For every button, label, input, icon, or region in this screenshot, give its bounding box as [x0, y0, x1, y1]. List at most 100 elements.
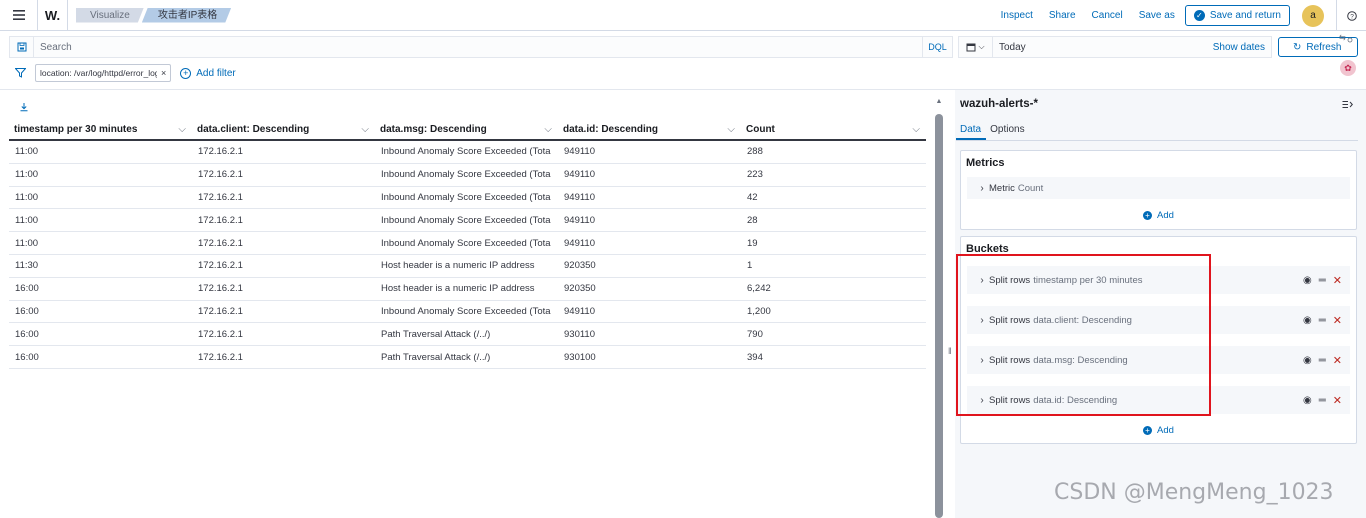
- add-bucket-button[interactable]: + Add: [1143, 425, 1174, 436]
- table-header: timestamp per 30 minutes ⌵ data.client: D…: [9, 119, 926, 141]
- date-picker: ⌵ Today Show dates: [958, 36, 1272, 58]
- share-button[interactable]: Share: [1049, 10, 1076, 21]
- table-row: 16:00 172.16.2.1 Path Traversal Attack (/.…: [9, 346, 926, 369]
- table-cell: 1: [747, 260, 753, 272]
- collapse-sidebar-icon[interactable]: [1342, 100, 1354, 112]
- menu-icon[interactable]: [0, 0, 38, 31]
- table-cell: 172.16.2.1: [198, 328, 243, 340]
- chevron-down-icon[interactable]: ⌵: [361, 124, 369, 135]
- table-cell: 11:00: [15, 214, 39, 226]
- table-cell: Path Traversal Attack (/../): [381, 351, 491, 363]
- cancel-button[interactable]: Cancel: [1092, 10, 1123, 21]
- column-label: timestamp per 30 minutes: [14, 123, 138, 135]
- add-metric-button[interactable]: + Add: [1143, 210, 1174, 221]
- close-icon[interactable]: ✕: [1333, 314, 1342, 327]
- scrollbar[interactable]: [935, 114, 943, 518]
- eye-icon[interactable]: ◉: [1303, 355, 1312, 366]
- app-logo[interactable]: W.: [38, 0, 68, 31]
- metric-label: Metric: [989, 182, 1015, 194]
- chevron-right-icon[interactable]: ›: [975, 183, 989, 194]
- close-icon[interactable]: ✕: [1333, 274, 1342, 287]
- save-and-return-label: Save and return: [1209, 10, 1281, 21]
- table-cell: 16:00: [15, 283, 39, 295]
- table-row: 16:00 172.16.2.1 Inbound Anomaly Score Exc…: [9, 301, 926, 324]
- eye-icon[interactable]: ◉: [1303, 395, 1312, 406]
- resize-handle[interactable]: ‖: [948, 346, 954, 358]
- data-table: timestamp per 30 minutes ⌵ data.client: D…: [9, 119, 926, 369]
- check-icon: ✓: [1193, 10, 1205, 21]
- save-and-return-button[interactable]: ✓ Save and return: [1184, 5, 1290, 26]
- table-cell: 949110: [564, 214, 595, 226]
- column-header[interactable]: data.msg: Descending ⌵: [375, 119, 558, 139]
- metric-sub: Count: [1017, 182, 1044, 194]
- table-row: 11:00 172.16.2.1 Inbound Anomaly Score Exc…: [9, 209, 926, 233]
- table-cell: 223: [747, 169, 763, 181]
- dql-toggle[interactable]: DQL: [922, 37, 952, 57]
- add-filter-button[interactable]: + Add filter: [180, 67, 236, 79]
- table-cell: 172.16.2.1: [198, 260, 243, 272]
- chevron-down-icon[interactable]: ⌵: [178, 124, 186, 135]
- table-cell: Inbound Anomaly Score Exceeded (Tota: [381, 237, 551, 249]
- column-header[interactable]: data.id: Descending ⌵: [558, 119, 741, 139]
- table-cell: 172.16.2.1: [198, 169, 243, 181]
- eye-icon[interactable]: ◉: [1303, 275, 1312, 286]
- close-icon[interactable]: ✕: [1333, 394, 1342, 407]
- scroll-up-icon[interactable]: ▲: [935, 98, 943, 106]
- save-as-button[interactable]: Save as: [1139, 10, 1175, 21]
- chevron-down-icon[interactable]: ⌵: [727, 124, 735, 135]
- drag-handle-icon[interactable]: ═: [1319, 355, 1326, 366]
- drag-handle-icon[interactable]: ═: [1319, 395, 1326, 406]
- download-icon[interactable]: [19, 102, 29, 112]
- bucket-actions: ◉ ═ ✕: [1303, 394, 1342, 407]
- table-row: 16:00 172.16.2.1 Host header is a numeric …: [9, 278, 926, 301]
- show-dates-button[interactable]: Show dates: [1213, 42, 1265, 53]
- table-cell: 949110: [564, 169, 595, 181]
- chevron-down-icon[interactable]: ⌵: [912, 124, 920, 135]
- table-cell: 11:00: [15, 191, 39, 203]
- table-row: 11:00 172.16.2.1 Inbound Anomaly Score Exc…: [9, 187, 926, 210]
- table-cell: 172.16.2.1: [198, 191, 243, 203]
- refresh-label: Refresh: [1306, 41, 1342, 53]
- table-row: 11:00 172.16.2.1 Inbound Anomaly Score Exc…: [9, 164, 926, 187]
- tab-data[interactable]: Data: [956, 119, 987, 140]
- inspect-button[interactable]: Inspect: [1001, 10, 1033, 21]
- filter-pill[interactable]: location: /var/log/httpd/error_log ×: [35, 64, 172, 82]
- table-cell: 930110: [564, 328, 595, 340]
- close-icon[interactable]: ✕: [1333, 354, 1342, 367]
- breadcrumb-visualize[interactable]: Visualize: [76, 8, 144, 23]
- saved-query-icon[interactable]: [10, 37, 34, 57]
- column-header[interactable]: timestamp per 30 minutes ⌵: [9, 119, 192, 139]
- column-header[interactable]: Count ⌵: [741, 119, 926, 139]
- table-cell: 11:00: [15, 169, 39, 181]
- chevron-down-icon[interactable]: ⌵: [544, 124, 552, 135]
- calendar-button[interactable]: ⌵: [959, 37, 993, 57]
- eye-icon[interactable]: ◉: [1303, 315, 1312, 326]
- drag-handle-icon[interactable]: ═: [1319, 315, 1326, 326]
- table-row: 11:30 172.16.2.1 Host header is a numeric …: [9, 255, 926, 278]
- search-input[interactable]: [34, 41, 922, 53]
- metric-item[interactable]: › Metric Count: [967, 177, 1350, 199]
- tab-options[interactable]: Options: [986, 119, 1029, 140]
- query-bar: DQL ⌵ Today Show dates ↻ Refresh: [0, 36, 1366, 58]
- close-icon[interactable]: ×: [161, 68, 166, 78]
- table-cell: 949110: [564, 305, 595, 317]
- drag-handle-icon[interactable]: ═: [1319, 275, 1326, 286]
- search-box: DQL: [9, 36, 953, 58]
- calendar-icon: [966, 43, 976, 52]
- table-cell: 28: [747, 214, 758, 226]
- table-row: 16:00 172.16.2.1 Path Traversal Attack (/.…: [9, 323, 926, 347]
- table-cell: 949110: [564, 191, 595, 203]
- table-cell: Path Traversal Attack (/../): [381, 328, 491, 340]
- help-icon[interactable]: ?: [1336, 0, 1366, 31]
- column-header[interactable]: data.client: Descending ⌵: [192, 119, 375, 139]
- date-label[interactable]: Today: [999, 42, 1026, 53]
- table-cell: 172.16.2.1: [198, 237, 243, 249]
- filter-icon[interactable]: [15, 68, 29, 78]
- table-cell: Inbound Anomaly Score Exceeded (Tota: [381, 214, 551, 226]
- chevron-down-icon: ⌵: [978, 42, 985, 51]
- column-label: data.id: Descending: [563, 123, 659, 135]
- translate-icon[interactable]: ⇆: [1339, 31, 1357, 45]
- avatar[interactable]: a: [1302, 4, 1324, 27]
- table-cell: 790: [747, 328, 763, 340]
- assistant-icon[interactable]: ✿: [1340, 60, 1356, 76]
